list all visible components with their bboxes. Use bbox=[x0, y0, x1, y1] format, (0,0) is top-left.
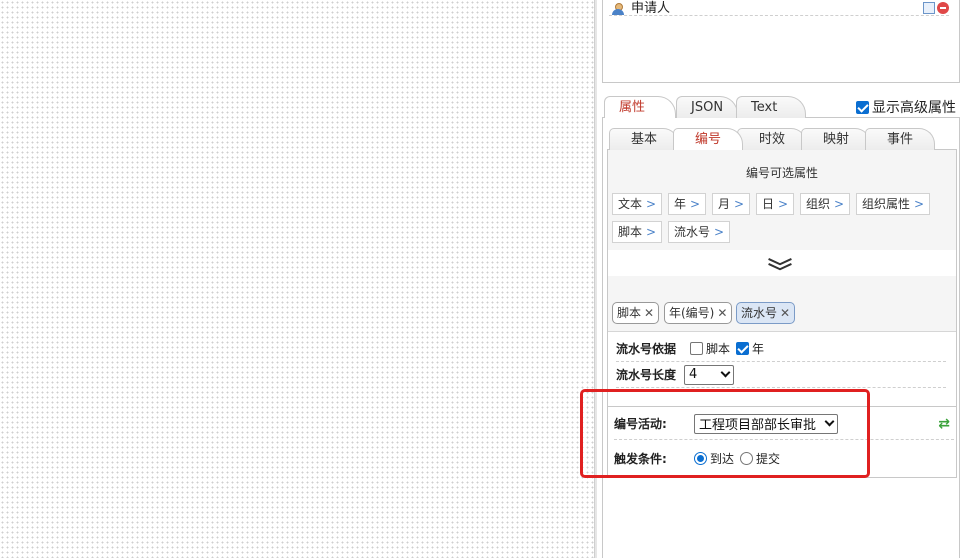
tab-label: 属性 bbox=[619, 100, 646, 115]
serial-basis-label: 流水号依据 bbox=[616, 342, 677, 356]
serial-length-label: 流水号长度 bbox=[616, 368, 677, 382]
selected-tag-script[interactable]: 脚本 ✕ bbox=[612, 302, 660, 324]
tab-label: 时效 bbox=[758, 132, 785, 147]
checkbox-label: 脚本 bbox=[706, 342, 731, 356]
tab-label: 基本 bbox=[630, 132, 657, 147]
chip-label: 日 bbox=[762, 197, 775, 211]
highlight-box bbox=[580, 389, 870, 478]
chevron-right-icon: > bbox=[690, 197, 701, 211]
participant-list: 申请人 bbox=[602, 0, 960, 83]
chip-label: 流水号 bbox=[674, 225, 711, 239]
chip-label: 文本 bbox=[618, 197, 643, 211]
delete-icon[interactable] bbox=[937, 2, 949, 14]
option-chip-day[interactable]: 日 > bbox=[756, 193, 795, 215]
tab-label: 映射 bbox=[822, 132, 849, 147]
applicant-label: 申请人 bbox=[631, 1, 671, 16]
serial-basis-row: 流水号依据 脚本 年 bbox=[616, 336, 946, 362]
tab-events[interactable]: 事件 bbox=[865, 128, 935, 150]
chip-label: 月 bbox=[718, 197, 731, 211]
tab-numbering[interactable]: 编号 bbox=[673, 128, 743, 151]
tab-attributes-active[interactable]: 属性 bbox=[604, 96, 676, 119]
serial-length-row: 流水号长度 4 bbox=[616, 362, 946, 388]
inner-tabs: 基本 时效 映射 事件 编号 bbox=[607, 126, 957, 151]
expand-toggle[interactable] bbox=[608, 250, 956, 276]
chip-label: 组织 bbox=[806, 197, 831, 211]
refresh-icon[interactable]: ⇄ bbox=[938, 416, 950, 432]
option-chip-text[interactable]: 文本 > bbox=[612, 193, 663, 215]
selected-tags-area: 脚本 ✕ 年(编号) ✕ 流水号 ✕ bbox=[608, 276, 956, 332]
serial-basis-year-checkbox[interactable] bbox=[736, 342, 750, 355]
option-chip-year[interactable]: 年 > bbox=[668, 193, 707, 215]
tab-label: Text bbox=[751, 100, 778, 115]
close-icon[interactable]: ✕ bbox=[717, 306, 727, 320]
tab-text[interactable]: Text bbox=[736, 96, 806, 118]
tag-label: 年(编号) bbox=[669, 306, 715, 320]
option-chip-script[interactable]: 脚本 > bbox=[612, 221, 663, 243]
chevron-right-icon: > bbox=[914, 197, 925, 211]
chevron-right-icon: > bbox=[834, 197, 845, 211]
show-advanced-label: 显示高级属性 bbox=[872, 100, 956, 116]
serial-length-select[interactable]: 4 bbox=[684, 364, 735, 385]
outer-tabs: 属性 JSON Text 显示高级属性 bbox=[602, 94, 960, 119]
chevron-down-icon bbox=[720, 367, 731, 378]
select-value: 4 bbox=[689, 367, 698, 382]
double-chevron-down-icon bbox=[769, 263, 791, 271]
serial-basis-script[interactable]: 脚本 bbox=[684, 340, 730, 357]
chevron-right-icon: > bbox=[714, 225, 725, 239]
show-advanced-toggle[interactable]: 显示高级属性 bbox=[856, 97, 956, 117]
workflow-canvas[interactable] bbox=[0, 0, 594, 558]
tab-label: 编号 bbox=[694, 132, 721, 147]
tab-timing[interactable]: 时效 bbox=[737, 128, 807, 150]
checkbox-label: 年 bbox=[752, 342, 765, 356]
chip-label: 年 bbox=[674, 197, 687, 211]
show-advanced-checkbox[interactable] bbox=[856, 100, 869, 114]
user-icon bbox=[611, 3, 625, 15]
list-item[interactable]: 申请人 bbox=[609, 0, 949, 16]
chip-label: 组织属性 bbox=[862, 197, 911, 211]
option-chip-org[interactable]: 组织 > bbox=[800, 193, 851, 215]
tab-json[interactable]: JSON bbox=[676, 96, 738, 118]
tab-label: JSON bbox=[691, 100, 724, 115]
tab-mapping[interactable]: 映射 bbox=[801, 128, 871, 150]
chevron-right-icon: > bbox=[646, 225, 657, 239]
tag-label: 流水号 bbox=[741, 306, 778, 320]
chevron-right-icon: > bbox=[646, 197, 657, 211]
selected-tag-serial[interactable]: 流水号 ✕ bbox=[736, 302, 796, 324]
copy-icon[interactable] bbox=[923, 2, 935, 14]
option-chip-serial[interactable]: 流水号 > bbox=[668, 221, 731, 243]
option-chip-month[interactable]: 月 > bbox=[712, 193, 751, 215]
numbering-options-area: 编号可选属性 文本 > 年 > 月 > 日 > 组织 > 组织属性 > 脚本 > 流水号 > bbox=[608, 150, 956, 250]
chevron-right-icon: > bbox=[734, 197, 745, 211]
numbering-options-title: 编号可选属性 bbox=[745, 166, 818, 180]
close-icon[interactable]: ✕ bbox=[644, 306, 654, 320]
tab-label: 事件 bbox=[886, 132, 913, 147]
attributes-pane: 基本 时效 映射 事件 编号 编号可选属性 文本 > 年 > 月 > 日 > 组织 > 组… bbox=[602, 118, 960, 558]
tag-label: 脚本 bbox=[617, 306, 642, 320]
tab-basic[interactable]: 基本 bbox=[609, 128, 679, 150]
chevron-right-icon: > bbox=[778, 197, 789, 211]
chip-label: 脚本 bbox=[618, 225, 643, 239]
close-icon[interactable]: ✕ bbox=[780, 306, 790, 320]
serial-basis-script-checkbox[interactable] bbox=[690, 342, 704, 355]
selected-tag-year[interactable]: 年(编号) ✕ bbox=[664, 302, 733, 324]
serial-basis-year[interactable]: 年 bbox=[730, 340, 764, 357]
option-chip-org-attr[interactable]: 组织属性 > bbox=[856, 193, 931, 215]
